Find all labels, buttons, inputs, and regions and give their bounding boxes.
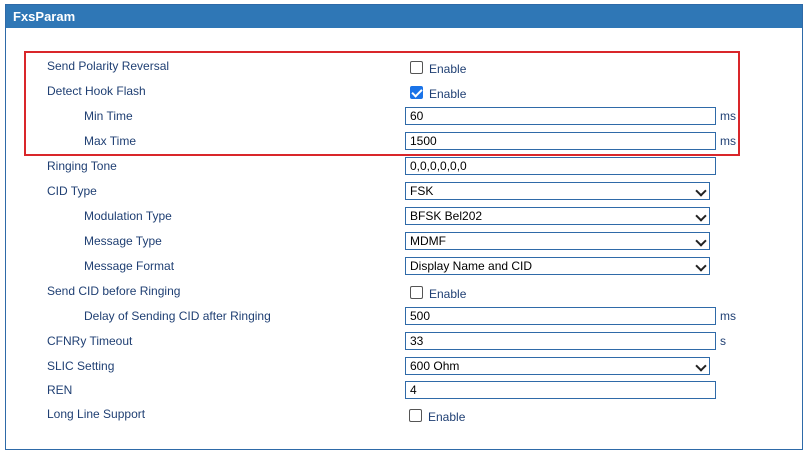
message-type-select[interactable]: MDMF: [405, 232, 710, 250]
min-time-input[interactable]: 60: [405, 107, 716, 125]
chevron-down-icon: [695, 360, 707, 372]
long-line-support-label: Long Line Support: [47, 407, 146, 421]
max-time-input[interactable]: 1500: [405, 132, 716, 150]
cid-type-selected: FSK: [410, 184, 434, 198]
modulation-type-label: Modulation Type: [84, 209, 172, 223]
ringing-tone-input[interactable]: 0,0,0,0,0,0: [405, 157, 716, 175]
slic-setting-select[interactable]: 600 Ohm: [405, 357, 710, 375]
delay-cid-input[interactable]: 500: [405, 307, 716, 325]
min-time-label: Min Time: [84, 109, 133, 123]
max-time-label: Max Time: [84, 134, 137, 148]
slic-setting-label: SLIC Setting: [47, 359, 115, 373]
max-time-unit: ms: [720, 134, 736, 148]
modulation-type-selected: BFSK Bel202: [410, 209, 483, 223]
cfnry-timeout-unit: s: [720, 334, 726, 348]
message-format-label: Message Format: [84, 259, 175, 273]
send-cid-before-ringing-label: Send CID before Ringing: [47, 284, 181, 298]
modulation-type-select[interactable]: BFSK Bel202: [405, 207, 710, 225]
ringing-tone-label: Ringing Tone: [47, 159, 117, 173]
min-time-unit: ms: [720, 109, 736, 123]
chevron-down-icon: [695, 185, 707, 197]
chevron-down-icon: [695, 210, 707, 222]
cfnry-timeout-input[interactable]: 33: [405, 332, 716, 350]
ren-label: REN: [47, 383, 73, 397]
cid-type-select[interactable]: FSK: [405, 182, 710, 200]
chevron-down-icon: [695, 260, 707, 272]
message-type-label: Message Type: [84, 234, 162, 248]
ren-input[interactable]: 4: [405, 381, 716, 399]
send-polarity-reversal-checkbox[interactable]: [410, 61, 423, 74]
long-line-support-enable-label: Enable: [428, 410, 466, 424]
message-type-selected: MDMF: [410, 234, 446, 248]
slic-setting-selected: 600 Ohm: [410, 359, 460, 373]
delay-cid-unit: ms: [720, 309, 736, 323]
detect-hook-flash-checkbox[interactable]: [410, 86, 423, 99]
send-polarity-reversal-enable-label: Enable: [429, 62, 467, 76]
long-line-support-checkbox[interactable]: [409, 409, 422, 422]
cfnry-timeout-label: CFNRy Timeout: [47, 334, 133, 348]
delay-cid-label: Delay of Sending CID after Ringing: [84, 309, 271, 323]
detect-hook-flash-label: Detect Hook Flash: [47, 84, 146, 98]
cid-type-label: CID Type: [47, 184, 97, 198]
message-format-selected: Display Name and CID: [410, 259, 533, 273]
chevron-down-icon: [695, 235, 707, 247]
detect-hook-flash-enable-label: Enable: [429, 87, 467, 101]
send-cid-before-ringing-enable-label: Enable: [429, 287, 467, 301]
send-cid-before-ringing-checkbox[interactable]: [410, 286, 423, 299]
panel-title: FxsParam: [6, 5, 802, 28]
send-polarity-reversal-label: Send Polarity Reversal: [47, 59, 170, 73]
message-format-select[interactable]: Display Name and CID: [405, 257, 710, 275]
